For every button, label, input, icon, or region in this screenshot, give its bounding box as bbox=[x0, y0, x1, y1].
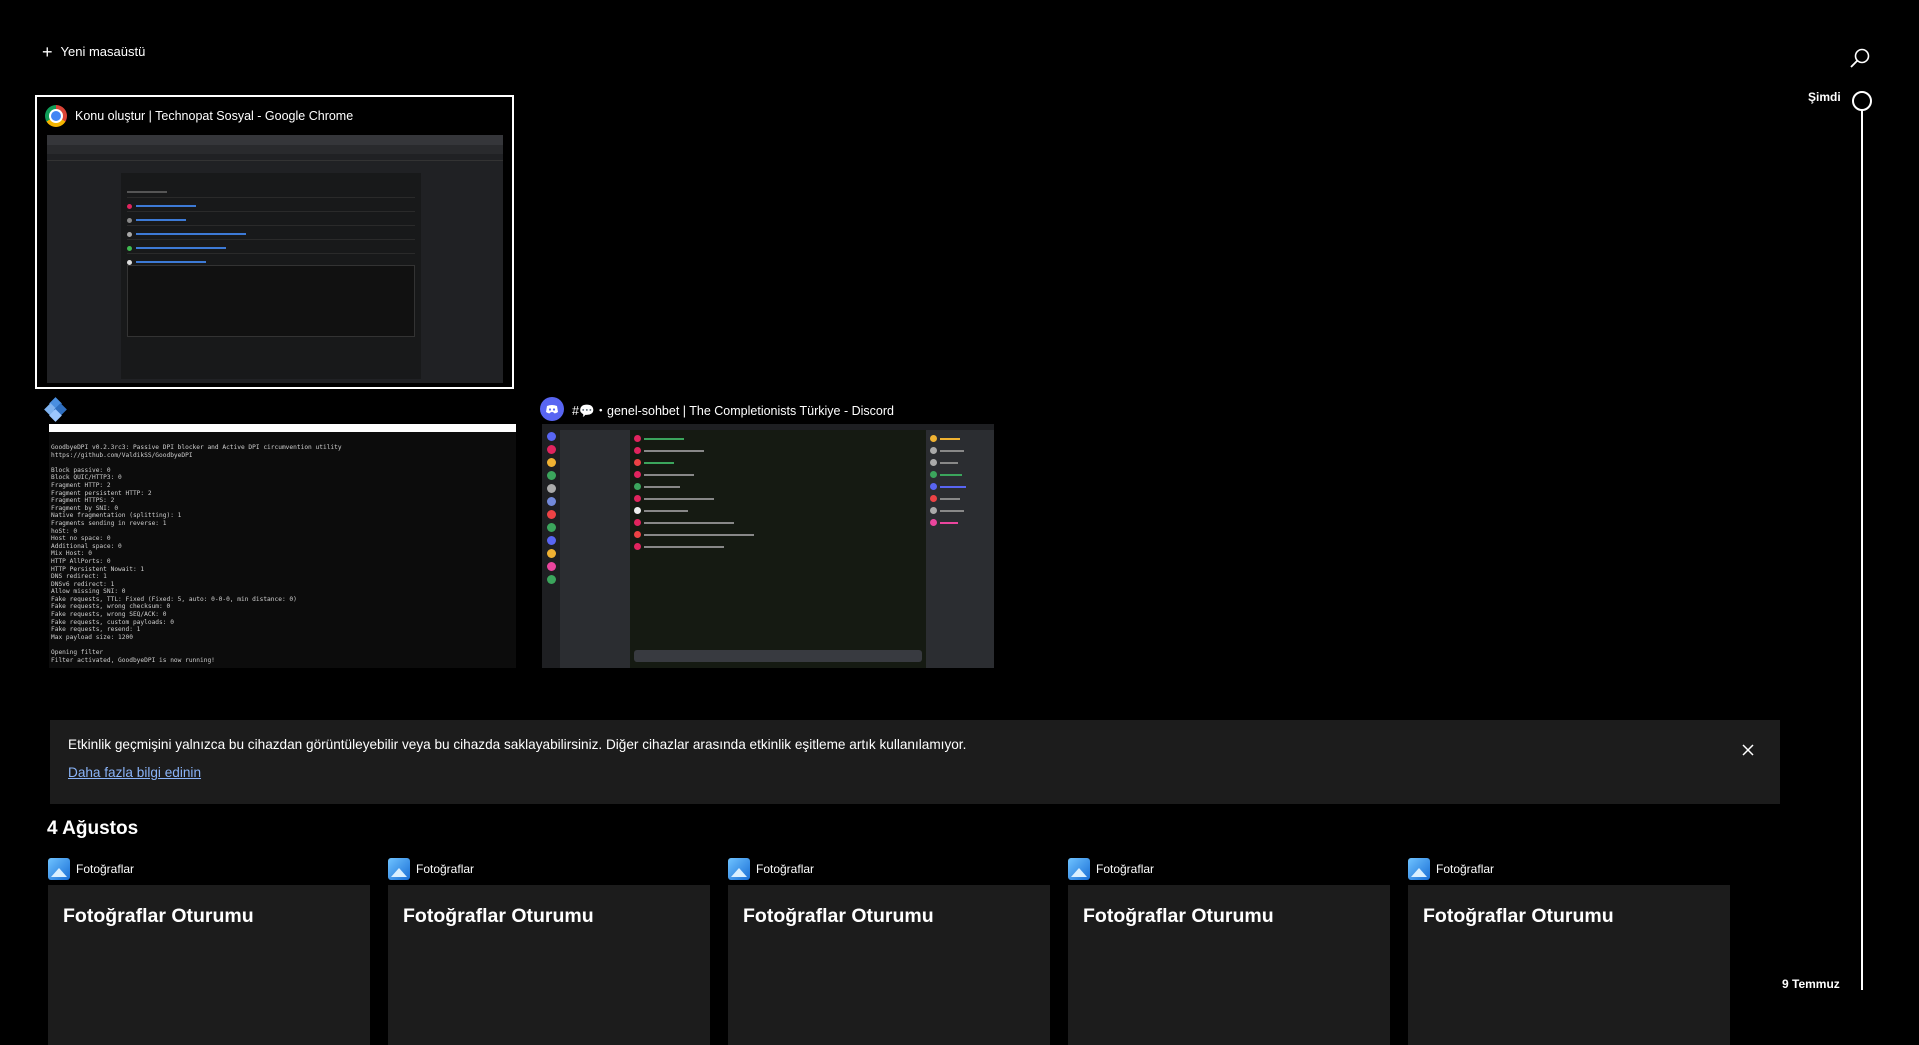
activity-item[interactable]: Fotoğraflar Fotoğraflar Oturumu bbox=[388, 858, 710, 1045]
console-line: HTTP Persistent Nowait: 1 bbox=[51, 565, 145, 573]
console-output: GoodbyeDPI v0.2.3rc3: Passive DPI blocke… bbox=[49, 424, 516, 668]
console-line: Filter activated, GoodbyeDPI is now runn… bbox=[51, 656, 215, 664]
window-thumbnail: GoodbyeDPI v0.2.3rc3: Passive DPI blocke… bbox=[49, 424, 516, 668]
activity-title: Fotoğraflar Oturumu bbox=[1423, 905, 1614, 927]
console-line: Block QUIC/HTTP3: 0 bbox=[51, 474, 122, 482]
console-line: Fragment HTTPS: 2 bbox=[51, 497, 115, 505]
plus-icon: + bbox=[42, 41, 53, 62]
photos-icon bbox=[48, 858, 70, 880]
console-line: Max payload size: 1200 bbox=[51, 633, 133, 641]
activity-history-notice: Etkinlik geçmişini yalnızca bu cihazdan … bbox=[50, 720, 1780, 804]
activity-item[interactable]: Fotoğraflar Fotoğraflar Oturumu bbox=[48, 858, 370, 1045]
activity-card[interactable]: Fotoğraflar Oturumu bbox=[1068, 885, 1390, 1045]
timeline-handle[interactable] bbox=[1852, 91, 1872, 111]
console-line: Fragment HTTP: 2 bbox=[51, 481, 111, 489]
console-line: Fake requests, custom payloads: 0 bbox=[51, 618, 174, 626]
console-line: Mix Host: 0 bbox=[51, 550, 92, 558]
notice-text: Etkinlik geçmişini yalnızca bu cihazdan … bbox=[68, 737, 967, 752]
activity-title: Fotoğraflar Oturumu bbox=[63, 905, 254, 927]
photos-icon bbox=[1408, 858, 1430, 880]
photos-icon bbox=[728, 858, 750, 880]
activity-item[interactable]: Fotoğraflar Fotoğraflar Oturumu bbox=[1408, 858, 1730, 1045]
console-line: GoodbyeDPI v0.2.3rc3: Passive DPI blocke… bbox=[51, 444, 342, 451]
window-thumbnail bbox=[542, 424, 994, 668]
photos-icon bbox=[388, 858, 410, 880]
window-goodbyedpi[interactable]: GoodbyeDPI v0.2.3rc3: Passive DPI blocke… bbox=[37, 396, 519, 670]
timeline-date-label[interactable]: 9 Temmuz bbox=[1782, 977, 1840, 991]
console-line: Additional space: 0 bbox=[51, 542, 122, 550]
timeline-now-label: Şimdi bbox=[1808, 90, 1841, 104]
activity-item[interactable]: Fotoğraflar Fotoğraflar Oturumu bbox=[728, 858, 1050, 1045]
activity-app-name: Fotoğraflar bbox=[756, 862, 815, 876]
activity-item[interactable]: Fotoğraflar Fotoğraflar Oturumu bbox=[1068, 858, 1390, 1045]
activity-title: Fotoğraflar Oturumu bbox=[403, 905, 594, 927]
close-icon[interactable] bbox=[1740, 742, 1756, 758]
console-line: Block passive: 0 bbox=[51, 466, 111, 474]
timeline-track[interactable] bbox=[1861, 110, 1863, 990]
activity-card[interactable]: Fotoğraflar Oturumu bbox=[1408, 885, 1730, 1045]
window-title: #💬・genel-sohbet | The Completionists Tür… bbox=[572, 403, 894, 418]
new-desktop-button[interactable]: + Yeni masaüstü bbox=[42, 41, 146, 62]
learn-more-link[interactable]: Daha fazla bilgi edinin bbox=[68, 765, 201, 780]
console-line: DNS redirect: 1 bbox=[51, 573, 107, 581]
activity-title: Fotoğraflar Oturumu bbox=[1083, 905, 1274, 927]
activity-card[interactable]: Fotoğraflar Oturumu bbox=[728, 885, 1050, 1045]
new-desktop-label: Yeni masaüstü bbox=[60, 44, 146, 59]
search-icon[interactable] bbox=[1848, 46, 1872, 70]
console-line: Host no space: 0 bbox=[51, 535, 111, 543]
console-line: Fake requests, resend: 1 bbox=[51, 626, 141, 634]
console-line: Fake requests, wrong checksum: 0 bbox=[51, 603, 171, 611]
activity-card[interactable]: Fotoğraflar Oturumu bbox=[388, 885, 710, 1045]
activity-app-name: Fotoğraflar bbox=[1436, 862, 1495, 876]
discord-icon bbox=[540, 397, 564, 421]
console-line: Fake requests, wrong SEQ/ACK: 0 bbox=[51, 611, 167, 619]
console-line: DNSv6 redirect: 1 bbox=[51, 580, 115, 588]
activity-app-name: Fotoğraflar bbox=[1096, 862, 1155, 876]
goodbyedpi-icon bbox=[44, 397, 67, 422]
photos-icon bbox=[1068, 858, 1090, 880]
activity-app-name: Fotoğraflar bbox=[416, 862, 475, 876]
window-thumbnail bbox=[41, 103, 507, 383]
console-line: Fragment persistent HTTP: 2 bbox=[51, 489, 152, 497]
console-line: hoSt: 0 bbox=[51, 527, 78, 535]
console-line: Fragment by SNI: 0 bbox=[51, 504, 119, 512]
console-line: Fragments sending in reverse: 1 bbox=[51, 519, 167, 527]
window-chrome[interactable]: Konu oluştur | Technopat Sosyal - Google… bbox=[35, 95, 514, 389]
console-line: Opening filter bbox=[51, 649, 104, 657]
window-discord[interactable]: #💬・genel-sohbet | The Completionists Tür… bbox=[540, 396, 998, 670]
console-line: Native fragmentation (splitting): 1 bbox=[51, 512, 182, 520]
activity-app-name: Fotoğraflar bbox=[76, 862, 135, 876]
day-heading: 4 Ağustos bbox=[47, 818, 139, 839]
console-line: https://github.com/ValdikSS/GoodbyeDPI bbox=[51, 451, 193, 459]
console-line: Fake requests, TTL: Fixed (Fixed: 5, aut… bbox=[51, 595, 297, 603]
activity-title: Fotoğraflar Oturumu bbox=[743, 905, 934, 927]
console-line: HTTP AllPorts: 0 bbox=[51, 557, 111, 565]
console-line: Allow missing SNI: 0 bbox=[51, 588, 126, 596]
activity-card[interactable]: Fotoğraflar Oturumu bbox=[48, 885, 370, 1045]
